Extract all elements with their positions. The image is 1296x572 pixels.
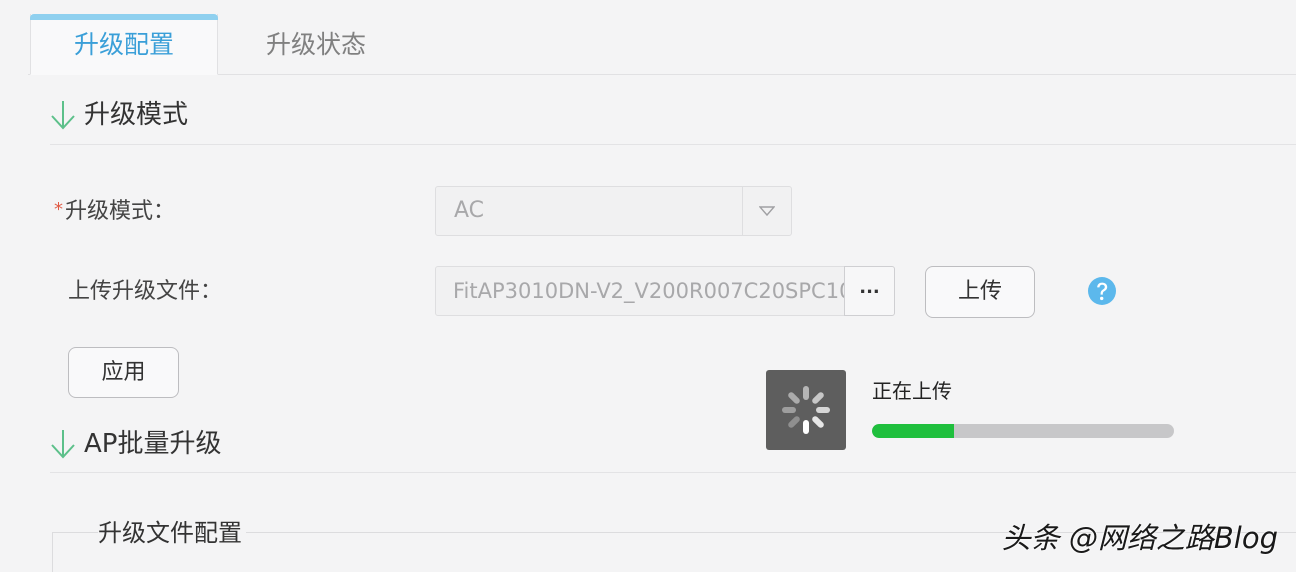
- tab-label: 升级配置: [73, 30, 174, 59]
- apply-button[interactable]: 应用: [68, 347, 179, 398]
- arrow-down-icon: [51, 430, 75, 459]
- section-title: 升级模式: [84, 100, 189, 130]
- tab-baseline: [28, 74, 1296, 75]
- loading-spinner-icon: [782, 386, 830, 434]
- question-circle-icon[interactable]: [1087, 276, 1117, 306]
- required-marker: *: [54, 199, 63, 220]
- tab-upgrade-config[interactable]: 升级配置: [30, 14, 218, 75]
- browse-button[interactable]: ...: [844, 266, 895, 316]
- section-title: AP批量升级: [84, 429, 222, 459]
- upload-progress-fill: [872, 424, 954, 438]
- tab-bar: 升级配置 升级状态: [0, 0, 1296, 76]
- tab-label: 升级状态: [265, 30, 366, 59]
- upload-progress-bar: [872, 424, 1174, 438]
- upload-progress-label: 正在上传: [872, 379, 952, 403]
- mode-select[interactable]: AC: [435, 186, 792, 236]
- arrow-down-icon: [51, 101, 75, 130]
- subpanel-title: 升级文件配置: [98, 516, 246, 550]
- tab-active-indicator: [30, 14, 218, 20]
- loading-overlay: [766, 370, 846, 450]
- upload-button[interactable]: 上传: [925, 266, 1035, 318]
- upgrade-file-field[interactable]: FitAP3010DN-V2_V200R007C20SPC100.bin: [435, 266, 845, 316]
- chevron-down-icon: [759, 206, 775, 217]
- mode-label-text: 升级模式：: [65, 199, 176, 224]
- mode-select-value: AC: [454, 198, 485, 223]
- section-divider: [50, 472, 1296, 473]
- tab-upgrade-status[interactable]: 升级状态: [222, 14, 410, 75]
- file-label: 上传升级文件：: [68, 279, 223, 304]
- section-divider: [50, 144, 1296, 145]
- select-separator: [742, 187, 743, 235]
- mode-label: *升级模式：: [54, 197, 175, 228]
- watermark: 头条 @网络之路Blog: [1001, 521, 1278, 555]
- section-upgrade-mode[interactable]: 升级模式: [48, 94, 1296, 140]
